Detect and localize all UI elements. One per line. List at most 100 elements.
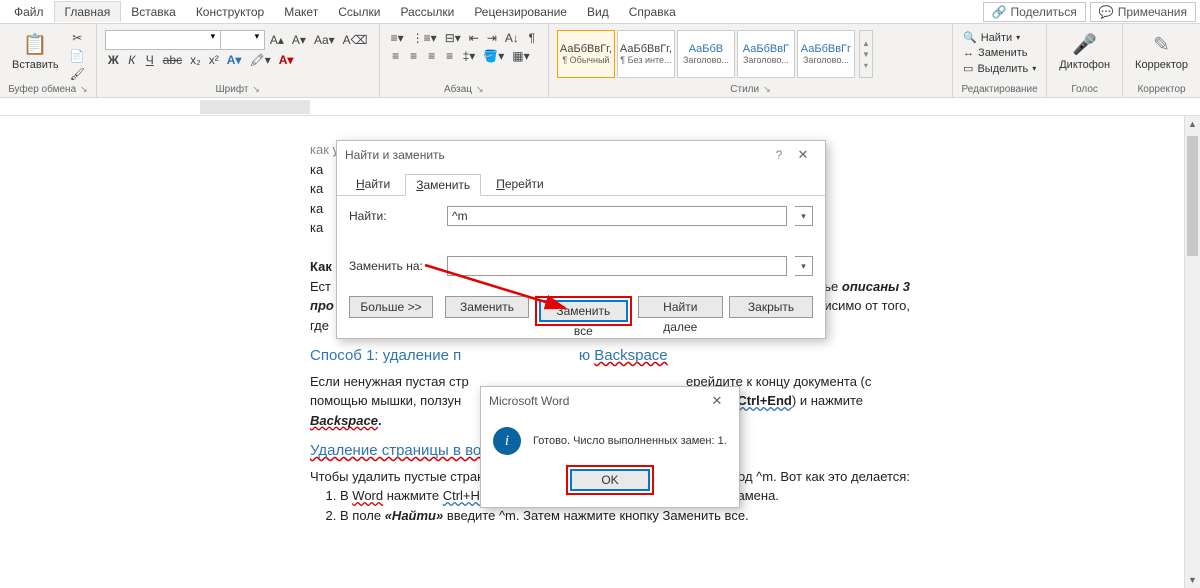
style-item-nospacing[interactable]: АаБбВвГг,¶ Без инте...: [617, 30, 675, 78]
paste-button[interactable]: 📋 Вставить: [8, 30, 63, 73]
group-label-editing: Редактирование: [962, 84, 1038, 95]
underline-button[interactable]: Ч: [142, 52, 158, 68]
font-name-combo[interactable]: ▾▾: [105, 30, 265, 50]
format-painter-icon[interactable]: 🖌: [67, 66, 88, 82]
tab-design[interactable]: Конструктор: [186, 2, 274, 22]
close-button[interactable]: Закрыть: [729, 296, 813, 318]
multilevel-icon[interactable]: ⊟▾: [442, 30, 464, 46]
change-case-icon[interactable]: Aa▾: [311, 32, 338, 48]
justify-icon[interactable]: ≡: [442, 48, 458, 64]
find-history-dropdown[interactable]: ▾: [795, 206, 813, 226]
replace-icon: ↔: [963, 47, 974, 59]
help-icon[interactable]: ?: [769, 148, 789, 162]
gallery-down-icon[interactable]: ▼: [860, 50, 872, 59]
borders-icon[interactable]: ▦▾: [509, 48, 532, 64]
bold-button[interactable]: Ж: [105, 52, 122, 68]
menu-tabs: Файл Главная Вставка Конструктор Макет С…: [0, 0, 1200, 24]
tab-layout[interactable]: Макет: [274, 2, 328, 22]
tab-replace[interactable]: ЗаменитьЗаменить: [405, 174, 481, 196]
replace-one-button[interactable]: Заменить: [445, 296, 529, 318]
highlight-icon[interactable]: 🖍▾: [246, 52, 273, 68]
select-button[interactable]: ▭Выделить▾: [961, 61, 1038, 76]
align-center-icon[interactable]: ≡: [406, 48, 422, 64]
find-replace-dialog[interactable]: Найти и заменить ? ✕ ННайтиайти Заменить…: [336, 140, 826, 339]
find-label: Найти:: [349, 209, 439, 223]
launcher-icon[interactable]: ↘: [252, 84, 260, 95]
dialog-title: Microsoft Word: [489, 394, 569, 408]
gallery-up-icon[interactable]: ▲: [860, 39, 872, 48]
cut-icon[interactable]: ✂: [67, 30, 88, 46]
dialog-titlebar[interactable]: Microsoft Word ✕: [481, 387, 739, 415]
launcher-icon[interactable]: ↘: [476, 84, 484, 95]
ok-button[interactable]: OK: [570, 469, 650, 491]
shrink-font-icon[interactable]: A▾: [289, 32, 309, 48]
scroll-thumb[interactable]: [1187, 136, 1198, 256]
text-effects-icon[interactable]: A▾: [224, 52, 245, 68]
group-label-paragraph: Абзац: [444, 84, 472, 95]
find-input[interactable]: ^m: [447, 206, 787, 226]
styles-gallery[interactable]: АаБбВвГг,¶ Обычный АаБбВвГг,¶ Без инте..…: [557, 30, 855, 78]
style-item-heading2[interactable]: АаБбВвГЗаголово...: [737, 30, 795, 78]
tab-help[interactable]: Справка: [619, 2, 686, 22]
group-label-font: Шрифт: [216, 84, 249, 95]
group-label-voice: Голос: [1071, 84, 1098, 95]
find-button[interactable]: 🔍Найти▾: [961, 30, 1038, 45]
group-voice: 🎤 Диктофон Голос: [1047, 24, 1123, 97]
more-button[interactable]: Больше >>: [349, 296, 433, 318]
tab-view[interactable]: Вид: [577, 2, 619, 22]
tab-insert[interactable]: Вставка: [121, 2, 186, 22]
group-styles: АаБбВвГг,¶ Обычный АаБбВвГг,¶ Без инте..…: [549, 24, 953, 97]
close-icon[interactable]: ✕: [789, 147, 817, 163]
comments-button[interactable]: 💬Примечания: [1090, 2, 1196, 22]
numbering-icon[interactable]: ⋮≡▾: [409, 30, 440, 46]
group-paragraph: ≡▾ ⋮≡▾ ⊟▾ ⇤ ⇥ A↓ ¶ ≡ ≡ ≡ ≡ ‡▾ 🪣▾ ▦▾ Абза…: [380, 24, 549, 97]
italic-button[interactable]: К: [124, 52, 140, 68]
replace-history-dropdown[interactable]: ▾: [795, 256, 813, 276]
editor-button[interactable]: ✎ Корректор: [1131, 30, 1192, 73]
subscript-button[interactable]: x₂: [187, 52, 204, 68]
tab-find[interactable]: ННайтиайти: [345, 173, 401, 195]
tab-mailings[interactable]: Рассылки: [390, 2, 464, 22]
paste-icon: 📋: [23, 32, 48, 57]
tab-home[interactable]: Главная: [54, 1, 122, 22]
inc-indent-icon[interactable]: ⇥: [484, 30, 500, 46]
sort-icon[interactable]: A↓: [502, 30, 522, 46]
grow-font-icon[interactable]: A▴: [267, 32, 287, 48]
align-left-icon[interactable]: ≡: [388, 48, 404, 64]
style-item-normal[interactable]: АаБбВвГг,¶ Обычный: [557, 30, 615, 78]
shading-icon[interactable]: 🪣▾: [480, 48, 507, 64]
dec-indent-icon[interactable]: ⇤: [466, 30, 482, 46]
close-icon[interactable]: ✕: [703, 393, 731, 409]
launcher-icon[interactable]: ↘: [763, 84, 771, 95]
gallery-more-icon[interactable]: ▾: [860, 61, 872, 70]
strike-button[interactable]: abc: [160, 52, 185, 68]
scroll-down-icon[interactable]: ▼: [1185, 572, 1200, 588]
group-editor: ✎ Корректор Корректор: [1123, 24, 1200, 97]
replace-label: Заменить на:: [349, 259, 439, 273]
launcher-icon[interactable]: ↘: [80, 84, 88, 95]
replace-input[interactable]: [447, 256, 787, 276]
vertical-scrollbar[interactable]: ▲ ▼: [1184, 116, 1200, 588]
share-button[interactable]: 🔗Поделиться: [983, 2, 1086, 22]
dialog-titlebar[interactable]: Найти и заменить ? ✕: [337, 141, 825, 169]
tab-goto[interactable]: ПерейтиПерейти: [485, 173, 555, 195]
replace-button[interactable]: ↔Заменить: [961, 46, 1038, 60]
font-color-icon[interactable]: A▾: [276, 52, 297, 68]
clear-format-icon[interactable]: A⌫: [340, 32, 371, 48]
copy-icon[interactable]: 📄: [67, 48, 88, 64]
align-right-icon[interactable]: ≡: [424, 48, 440, 64]
dictate-button[interactable]: 🎤 Диктофон: [1055, 30, 1114, 73]
style-item-heading3[interactable]: АаБбВвГгЗаголово...: [797, 30, 855, 78]
find-next-button[interactable]: Найти далее: [638, 296, 723, 318]
bullets-icon[interactable]: ≡▾: [388, 30, 407, 46]
superscript-button[interactable]: x²: [206, 52, 222, 68]
message-dialog[interactable]: Microsoft Word ✕ i Готово. Число выполне…: [480, 386, 740, 508]
show-marks-icon[interactable]: ¶: [524, 30, 540, 46]
tab-review[interactable]: Рецензирование: [464, 2, 577, 22]
tab-references[interactable]: Ссылки: [328, 2, 390, 22]
line-spacing-icon[interactable]: ‡▾: [460, 48, 479, 64]
scroll-up-icon[interactable]: ▲: [1185, 116, 1200, 132]
style-item-heading1[interactable]: АаБбВЗаголово...: [677, 30, 735, 78]
tab-file[interactable]: Файл: [4, 2, 54, 22]
replace-all-button[interactable]: Заменить все: [539, 300, 628, 322]
